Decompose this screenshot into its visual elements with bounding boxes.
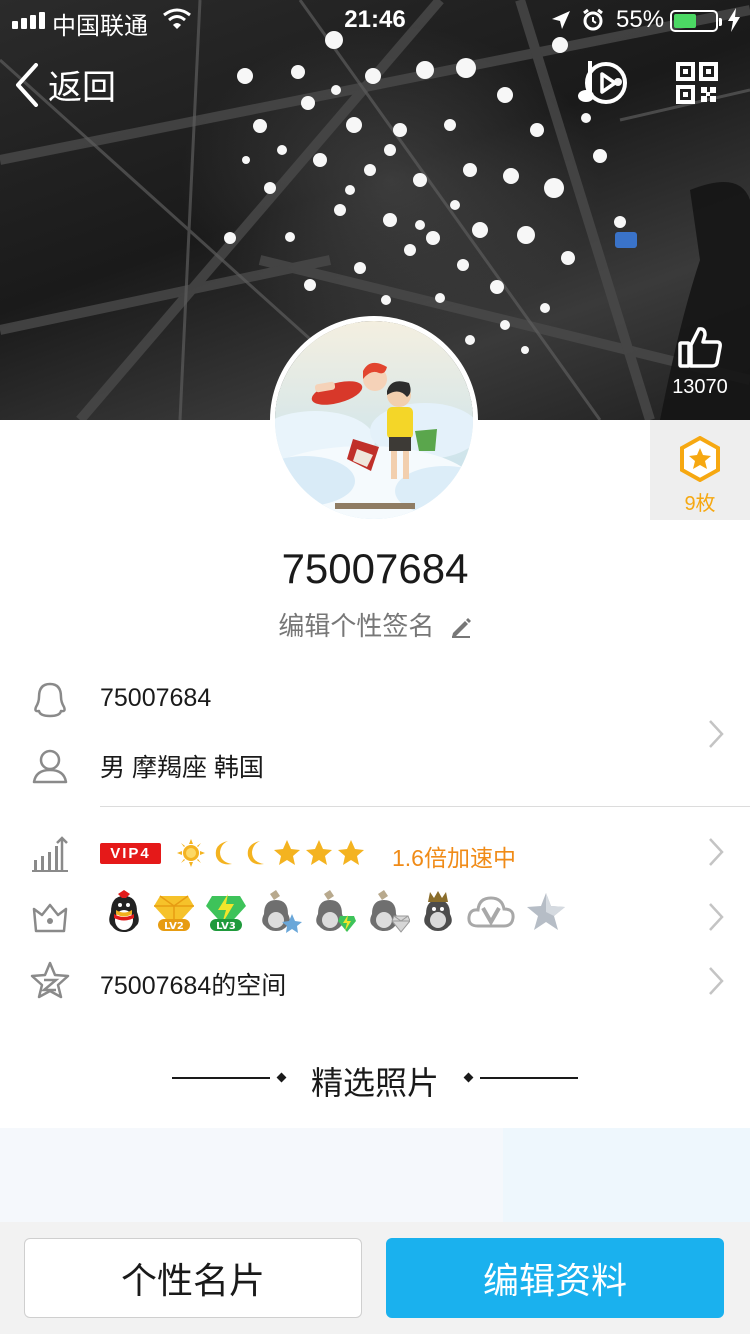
gender-constellation-location: 男 摩羯座 韩国 — [100, 754, 264, 782]
chevron-left-icon — [16, 62, 38, 107]
chevron-right-icon — [709, 903, 724, 931]
avatar-illustration — [275, 321, 473, 519]
chevron-right-icon — [709, 967, 724, 995]
qzone-star-icon — [30, 961, 70, 999]
star-icon — [306, 840, 332, 865]
star-icon — [274, 840, 300, 865]
location-arrow-icon — [552, 11, 570, 29]
diamond-lv2-icon: LV2 — [154, 895, 194, 932]
medal-hexagon-icon — [680, 435, 720, 483]
chevron-right-icon — [709, 720, 724, 748]
edit-profile-button[interactable]: 编辑资料 — [386, 1238, 724, 1318]
status-bar: 中国联通 21:46 55% — [0, 0, 750, 40]
crown-outline-icon — [32, 903, 68, 933]
battery-fill — [674, 14, 696, 28]
pencil-icon — [451, 618, 471, 638]
person-icon — [32, 749, 68, 784]
qq-number: 75007684 — [100, 684, 212, 712]
cloud-v-icon — [467, 896, 515, 928]
personal-card-button[interactable]: 个性名片 — [24, 1238, 362, 1318]
divider — [100, 806, 750, 807]
qzone-row[interactable]: 75007684的空间 — [0, 958, 750, 1004]
penguin-star-icon — [262, 890, 302, 933]
likes-count: 13070 — [672, 376, 728, 398]
moon-icon — [215, 841, 232, 865]
edit-signature-link[interactable]: 编辑个性签名 — [0, 606, 750, 643]
penguin-diamond-icon — [370, 890, 410, 933]
signature-placeholder: 编辑个性签名 — [278, 611, 435, 641]
basic-info-row[interactable]: 75007684 男 摩羯座 韩国 — [0, 680, 750, 840]
nickname: 75007684 — [281, 545, 469, 592]
qq-level-icons — [176, 838, 366, 868]
section-line-right — [480, 1077, 578, 1079]
thumbs-up-icon — [678, 327, 722, 368]
medals-count: 9枚 — [684, 493, 716, 515]
like-button[interactable]: 13070 — [650, 325, 750, 420]
penguin-crown-icon — [424, 891, 452, 931]
level-chart-icon — [32, 836, 68, 872]
star-icon — [338, 840, 364, 865]
qq-penguin-outline-icon — [34, 682, 66, 718]
acceleration-status: 1.6倍加速中 — [392, 845, 516, 871]
gray-star-icon — [527, 893, 565, 930]
avatar[interactable] — [270, 316, 478, 524]
service-level-label: LV3 — [216, 921, 236, 932]
music-play-icon[interactable] — [578, 58, 630, 108]
qq-penguin-icon — [109, 890, 139, 932]
battery-percent: 55% — [616, 6, 665, 33]
chevron-right-icon — [709, 838, 724, 866]
charging-bolt-icon — [728, 8, 740, 32]
alarm-clock-icon — [583, 8, 603, 31]
back-button[interactable]: 返回 — [14, 60, 116, 109]
service-icons: LV2 LV3 — [104, 890, 568, 934]
service-level-label: LV2 — [164, 921, 184, 932]
vip-badge: VIP4 — [100, 843, 161, 864]
moon-icon — [247, 841, 264, 865]
back-label: 返回 — [48, 69, 116, 107]
qr-code-icon[interactable] — [676, 62, 718, 104]
featured-photos-title: 精选照片 — [310, 1065, 439, 1101]
battery-icon — [670, 10, 722, 32]
qzone-label: 75007684的空间 — [100, 972, 287, 1000]
sun-icon — [177, 839, 205, 867]
medals-button[interactable]: 9枚 — [650, 420, 750, 520]
lightning-lv3-icon: LV3 — [206, 894, 246, 932]
penguin-lightning-icon — [316, 890, 356, 932]
